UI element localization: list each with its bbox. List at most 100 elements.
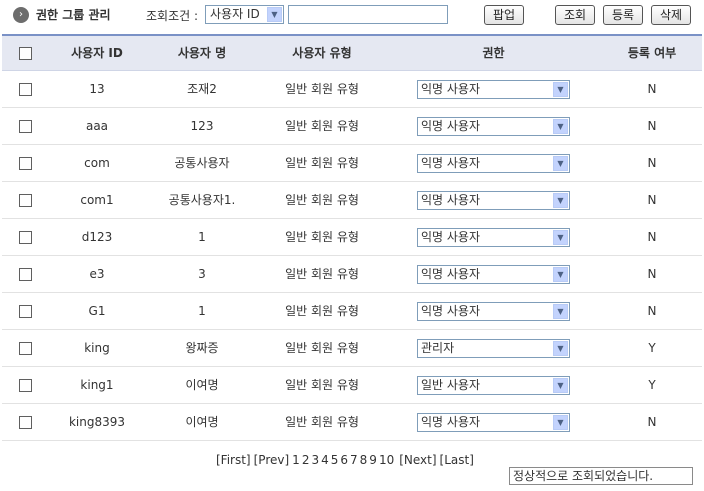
column-header-user-name: 사용자 명 xyxy=(177,46,227,60)
page-title: 권한 그룹 관리 xyxy=(36,8,111,22)
row-checkbox[interactable] xyxy=(19,342,32,355)
page-first-link[interactable]: [First] xyxy=(216,453,251,467)
chevron-down-icon[interactable]: ▼ xyxy=(553,82,568,97)
authority-select[interactable]: 익명 사용자 ▼ xyxy=(417,80,570,99)
register-button[interactable]: 등록 xyxy=(603,5,643,25)
authority-select[interactable]: 익명 사용자 ▼ xyxy=(417,413,570,432)
chevron-down-icon[interactable]: ▼ xyxy=(267,7,282,22)
cell-registered: N xyxy=(647,267,657,281)
row-checkbox[interactable] xyxy=(19,194,32,207)
authority-select[interactable]: 일반 사용자 ▼ xyxy=(417,376,570,395)
page-number-link[interactable]: 3 xyxy=(311,453,319,467)
authority-select[interactable]: 관리자 ▼ xyxy=(417,339,570,358)
cell-user-name: 1 xyxy=(198,230,206,244)
page-number-link[interactable]: 10 xyxy=(379,453,394,467)
page-number-link[interactable]: 7 xyxy=(350,453,358,467)
table-header: 사용자 ID 사용자 명 사용자 유형 권한 등록 여부 xyxy=(2,34,702,71)
page-number-link[interactable]: 6 xyxy=(340,453,348,467)
cell-registered: N xyxy=(647,119,657,133)
condition-select[interactable]: 사용자 ID ▼ xyxy=(205,5,284,24)
table-row: com 공통사용자 일반 회원 유형 익명 사용자 ▼ N xyxy=(2,145,702,182)
page-number-link[interactable]: 4 xyxy=(321,453,329,467)
cell-registered: N xyxy=(647,82,657,96)
page-next-link[interactable]: [Next] xyxy=(399,453,436,467)
chevron-down-icon[interactable]: ▼ xyxy=(553,119,568,134)
row-checkbox[interactable] xyxy=(19,231,32,244)
cell-user-name: 조재2 xyxy=(187,82,217,96)
cell-user-type: 일반 회원 유형 xyxy=(285,156,359,170)
row-checkbox[interactable] xyxy=(19,379,32,392)
cell-user-name: 이여명 xyxy=(185,378,219,392)
cell-registered: Y xyxy=(648,341,656,355)
page-number-link[interactable]: 8 xyxy=(360,453,368,467)
cell-user-id: king8393 xyxy=(68,415,126,429)
cell-user-type: 일반 회원 유형 xyxy=(285,119,359,133)
authority-select[interactable]: 익명 사용자 ▼ xyxy=(417,154,570,173)
column-header-authority: 권한 xyxy=(482,46,505,60)
authority-select[interactable]: 익명 사용자 ▼ xyxy=(417,302,570,321)
row-checkbox[interactable] xyxy=(19,157,32,170)
chevron-down-icon[interactable]: ▼ xyxy=(553,415,568,430)
chevron-down-icon[interactable]: ▼ xyxy=(553,156,568,171)
authority-select[interactable]: 익명 사용자 ▼ xyxy=(417,191,570,210)
cell-user-id: com xyxy=(84,156,110,170)
chevron-down-icon[interactable]: ▼ xyxy=(553,304,568,319)
cell-user-type: 일반 회원 유형 xyxy=(285,193,359,207)
cell-registered: N xyxy=(647,193,657,207)
cell-user-name: 1 xyxy=(198,304,206,318)
page-number-link[interactable]: 9 xyxy=(369,453,377,467)
row-checkbox[interactable] xyxy=(19,120,32,133)
authority-select-value: 익명 사용자 xyxy=(421,415,481,429)
row-checkbox[interactable] xyxy=(19,83,32,96)
authority-select[interactable]: 익명 사용자 ▼ xyxy=(417,117,570,136)
cell-registered: N xyxy=(647,415,657,429)
page-number-link[interactable]: 1 xyxy=(292,453,300,467)
cell-user-name: 왕짜증 xyxy=(185,341,219,355)
chevron-down-icon[interactable]: ▼ xyxy=(553,193,568,208)
table-row: king1 이여명 일반 회원 유형 일반 사용자 ▼ Y xyxy=(2,367,702,404)
authority-select-value: 익명 사용자 xyxy=(421,156,481,170)
cell-user-id: d123 xyxy=(81,230,113,244)
authority-select-value: 익명 사용자 xyxy=(421,82,481,96)
cell-user-id: 13 xyxy=(89,82,105,96)
cell-user-type: 일반 회원 유형 xyxy=(285,82,359,96)
chevron-down-icon[interactable]: ▼ xyxy=(553,267,568,282)
cell-user-type: 일반 회원 유형 xyxy=(285,415,359,429)
row-checkbox[interactable] xyxy=(19,268,32,281)
chevron-down-icon[interactable]: ▼ xyxy=(553,378,568,393)
cell-user-id: king1 xyxy=(80,378,114,392)
authority-select[interactable]: 익명 사용자 ▼ xyxy=(417,228,570,247)
page-number-link[interactable]: 5 xyxy=(331,453,339,467)
authority-select-value: 익명 사용자 xyxy=(421,193,481,207)
search-button[interactable]: 조회 xyxy=(555,5,595,25)
chevron-down-icon[interactable]: ▼ xyxy=(553,341,568,356)
column-header-user-type: 사용자 유형 xyxy=(292,46,352,60)
toolbar: › 권한 그룹 관리 조회조건 : 사용자 ID ▼ 팝업 조회 등록 삭제 xyxy=(0,0,704,30)
popup-button[interactable]: 팝업 xyxy=(484,5,524,25)
table-row: king 왕짜증 일반 회원 유형 관리자 ▼ Y xyxy=(2,330,702,367)
select-all-checkbox[interactable] xyxy=(19,47,32,60)
bullet-arrow-icon: › xyxy=(13,7,29,23)
cell-user-type: 일반 회원 유형 xyxy=(285,304,359,318)
cell-registered: N xyxy=(647,304,657,318)
pagination: [First] [Prev] 1 2 3 4 5 6 7 8 9 10 [Next] [Last] xyxy=(216,453,477,467)
chevron-down-icon[interactable]: ▼ xyxy=(553,230,568,245)
table-row: G1 1 일반 회원 유형 익명 사용자 ▼ N xyxy=(2,293,702,330)
page-prev-link[interactable]: [Prev] xyxy=(254,453,290,467)
user-auth-table: 사용자 ID 사용자 명 사용자 유형 권한 등록 여부 13 조재2 일반 회원 … xyxy=(2,34,702,441)
delete-button[interactable]: 삭제 xyxy=(651,5,691,25)
row-checkbox[interactable] xyxy=(19,416,32,429)
page-number-link[interactable]: 2 xyxy=(302,453,310,467)
authority-select[interactable]: 익명 사용자 ▼ xyxy=(417,265,570,284)
cell-registered: N xyxy=(647,230,657,244)
row-checkbox[interactable] xyxy=(19,305,32,318)
search-input[interactable] xyxy=(288,5,448,24)
condition-select-value: 사용자 ID xyxy=(210,7,260,21)
cell-user-name: 3 xyxy=(198,267,206,281)
page-last-link[interactable]: [Last] xyxy=(440,453,474,467)
authority-select-value: 익명 사용자 xyxy=(421,119,481,133)
table-row: e3 3 일반 회원 유형 익명 사용자 ▼ N xyxy=(2,256,702,293)
cell-user-name: 123 xyxy=(190,119,214,133)
cell-user-name: 공통사용자1. xyxy=(168,193,236,207)
column-header-registered: 등록 여부 xyxy=(627,46,677,60)
